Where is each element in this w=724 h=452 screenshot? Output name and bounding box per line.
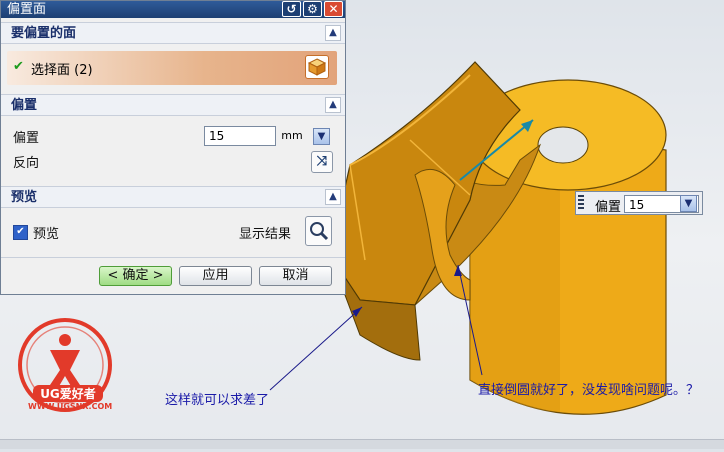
gear-icon[interactable]: ⚙ xyxy=(303,1,322,17)
cancel-button[interactable]: 取消 xyxy=(259,266,332,286)
drag-handle-icon[interactable] xyxy=(578,195,584,211)
magnifier-icon[interactable] xyxy=(305,216,332,246)
offset-unit: mm xyxy=(281,129,303,142)
select-face-label: 选择面 (2) xyxy=(31,63,93,78)
logo-brand-text: UG爱好者 xyxy=(33,385,103,402)
preview-checkbox[interactable]: ✔ xyxy=(13,225,28,240)
close-icon[interactable]: ✕ xyxy=(324,1,343,17)
floating-dropdown-icon[interactable]: ▼ xyxy=(680,195,697,212)
offset-section-header[interactable]: 偏置 ▲ xyxy=(1,94,345,116)
offset-section-title: 偏置 xyxy=(11,98,38,113)
offset-dropdown-icon[interactable]: ▼ xyxy=(313,128,330,145)
preview-label: 预览 xyxy=(33,227,60,242)
reverse-label: 反向 xyxy=(13,156,40,171)
select-face-cube-icon[interactable] xyxy=(305,55,329,79)
select-face-row[interactable]: ✔ 选择面 (2) xyxy=(7,51,337,85)
preview-section-header[interactable]: 预览 ▲ xyxy=(1,186,345,208)
dialog-title: 偏置面 xyxy=(7,2,47,17)
hole xyxy=(537,126,589,164)
apply-button[interactable]: 应用 xyxy=(179,266,252,286)
chevron-up-icon[interactable]: ▲ xyxy=(325,25,341,41)
ok-button[interactable]: < 确定 > xyxy=(99,266,172,286)
reset-icon[interactable]: ↺ xyxy=(282,1,301,17)
right-annotation: 直接倒圆就好了，没发现啥问题呢。？ xyxy=(478,383,700,398)
reverse-direction-icon[interactable]: ⤨ xyxy=(311,151,333,173)
chevron-up-icon[interactable]: ▲ xyxy=(325,189,341,205)
floating-offset-field: 偏置 15 ▼ xyxy=(575,191,703,215)
chevron-up-icon[interactable]: ▲ xyxy=(325,97,341,113)
offset-label: 偏置 xyxy=(13,131,40,146)
dialog-titlebar: 偏置面 ↺ ⚙ ✕ xyxy=(1,1,345,18)
checkmark-icon: ✔ xyxy=(13,59,24,74)
offset-face-dialog: 偏置面 ↺ ⚙ ✕ 要偏置的面 ▲ ✔ 选择面 (2) 偏置 ▲ 偏置 15 m… xyxy=(0,0,346,295)
faces-section-header[interactable]: 要偏置的面 ▲ xyxy=(1,22,345,44)
preview-section-title: 预览 xyxy=(11,190,38,205)
floating-offset-label: 偏置 xyxy=(595,200,622,215)
logo-url-text: WWW.UGSNX.COM xyxy=(28,402,113,411)
arrow-left xyxy=(269,306,363,391)
faces-section-title: 要偏置的面 xyxy=(11,26,77,41)
show-result-label: 显示结果 xyxy=(239,227,292,242)
left-annotation: 这样就可以求差了 xyxy=(165,393,270,408)
offset-value-input[interactable]: 15 xyxy=(204,126,276,146)
